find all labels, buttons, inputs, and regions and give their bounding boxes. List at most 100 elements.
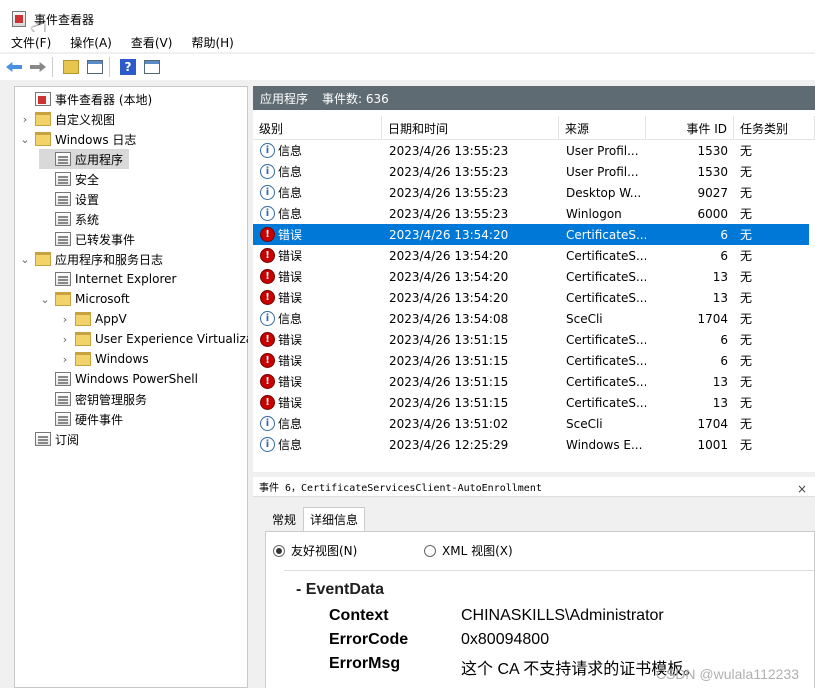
tree-item-application[interactable]: 应用程序 [39,149,129,169]
tree-item-windows-powershell[interactable]: Windows PowerShell [39,369,198,389]
menu-view[interactable]: 查看(V) [123,34,181,51]
event-row[interactable]: i 信息 2023/4/26 13:54:08 SceCli 1704 无 [253,308,809,329]
event-row[interactable]: ! 错误 2023/4/26 13:51:15 CertificateS... 13 无 [253,371,809,392]
eventdata-section-title[interactable]: - EventData [296,581,384,599]
close-icon[interactable]: × [797,482,807,496]
collapse-caret-icon[interactable]: ⌄ [19,133,31,146]
field-key: ErrorCode [329,631,409,648]
error-icon: ! [260,269,275,284]
forward-button[interactable] [28,57,48,77]
properties-button[interactable] [142,57,162,77]
event-id-cell: 6 [720,248,728,263]
tree-item-hardware-events[interactable]: 硬件事件 [39,409,123,429]
help-button[interactable]: ? [118,57,138,77]
category-cell: 无 [740,396,753,410]
tree-item-app-service-logs[interactable]: ⌄ 应用程序和服务日志 [19,249,163,269]
tree-item-label: 应用程序 [75,152,124,167]
column-source[interactable]: 来源 [559,116,646,140]
tree-item-custom-views[interactable]: › 自定义视图 [19,109,115,129]
source-cell: SceCli [566,311,603,326]
tree-item-security[interactable]: 安全 [39,169,99,189]
tree-item-key-management-service[interactable]: 密钥管理服务 [39,389,147,409]
tree-item-windows[interactable]: › Windows [59,349,149,369]
menu-file[interactable]: 文件(F) [3,34,59,51]
source-cell: CertificateS... [566,227,646,242]
column-task-category[interactable]: 任务类别 [734,116,815,140]
event-row[interactable]: i 信息 2023/4/26 13:55:23 User Profil... 1530 无 [253,161,809,182]
event-row[interactable]: ! 错误 2023/4/26 13:51:15 CertificateS... 13 无 [253,392,809,413]
event-row[interactable]: ! 错误 2023/4/26 13:54:20 CertificateS... 13 无 [253,266,809,287]
expand-caret-icon[interactable]: › [19,113,31,126]
tree-item-forwarded-events[interactable]: 已转发事件 [39,229,135,249]
error-icon: ! [260,227,275,242]
info-icon: i [260,311,275,326]
column-level[interactable]: 级别 [253,116,382,140]
menu-action[interactable]: 操作(A) [62,34,120,51]
event-detail-pane: 事件 6，CertificateServicesClient-AutoEnrol… [253,472,815,688]
level-label: 错误 [278,354,303,368]
tree-item-root[interactable]: 事件查看器 (本地) [19,89,152,109]
event-viewer-icon [12,11,26,27]
log-icon [55,232,71,246]
tree-item-label: 应用程序和服务日志 [55,252,164,267]
show-hide-console-tree-button[interactable] [85,57,105,77]
folder-up-icon [63,60,79,74]
event-row[interactable]: i 信息 2023/4/26 13:55:23 Winlogon 6000 无 [253,203,809,224]
expand-caret-icon[interactable]: › [59,353,71,366]
friendly-view-option[interactable]: 友好视图(N) [273,542,357,559]
tree-item-user-experience-virtualization[interactable]: › User Experience Virtualiza [59,329,253,349]
column-event-id[interactable]: 事件 ID [646,116,734,140]
event-row[interactable]: ! 错误 2023/4/26 13:51:15 CertificateS... 6 无 [253,329,809,350]
category-cell: 无 [740,228,753,242]
tree-item-microsoft[interactable]: ⌄ Microsoft [39,289,130,309]
column-date-time[interactable]: 日期和时间 [382,116,559,140]
category-cell: 无 [740,186,753,200]
xml-view-option[interactable]: XML 视图(X) [424,542,513,559]
tree-item-label: 安全 [75,172,100,187]
expand-caret-icon[interactable]: › [59,313,71,326]
datetime-cell: 2023/4/26 13:55:23 [389,185,509,200]
radio-unchecked-icon[interactable] [424,544,436,557]
event-id-cell: 1530 [697,143,728,158]
tab-details[interactable]: 详细信息 [303,507,366,531]
up-one-level-button[interactable] [61,57,81,77]
level-cell: ! 错误 [260,287,382,308]
tree-item-subscriptions[interactable]: 订阅 [19,429,79,449]
event-row[interactable]: ! 错误 2023/4/26 13:54:20 CertificateS... 6 无 [253,224,809,245]
tab-general[interactable]: 常规 [265,507,303,531]
source-cell: SceCli [566,416,603,431]
event-row[interactable]: ! 错误 2023/4/26 13:54:20 CertificateS... 13 无 [253,287,809,308]
event-row[interactable]: i 信息 2023/4/26 12:25:29 Windows E... 1001 无 [253,434,809,455]
event-row[interactable]: i 信息 2023/4/26 13:55:23 User Profil... 1530 无 [253,140,809,161]
forward-arrow-icon [30,62,46,72]
info-icon: i [260,143,275,158]
log-icon [55,212,71,226]
tree-item-setup[interactable]: 设置 [39,189,99,209]
event-row[interactable]: i 信息 2023/4/26 13:55:23 Desktop W... 9027 无 [253,182,809,203]
tree-item-label: Internet Explorer [75,272,177,286]
tree-item-label: 系统 [75,212,100,227]
level-label: 错误 [278,396,303,410]
category-cell: 无 [740,354,753,368]
tree-item-appv[interactable]: › AppV [59,309,127,329]
collapse-caret-icon[interactable]: ⌄ [39,293,51,306]
event-row[interactable]: i 信息 2023/4/26 13:51:02 SceCli 1704 无 [253,413,809,434]
radio-checked-icon[interactable] [273,544,285,557]
folder-icon [55,292,71,306]
tree-item-system[interactable]: 系统 [39,209,99,229]
tree-item-internet-explorer[interactable]: Internet Explorer [39,269,176,289]
event-list-pane: 应用程序 事件数: 636 级别 日期和时间 来源 事件 ID 任务类别 i 信息… [253,86,815,688]
info-icon: i [260,164,275,179]
event-row[interactable]: ! 错误 2023/4/26 13:54:20 CertificateS... 6 无 [253,245,809,266]
field-value: 0x80094800 [461,631,550,648]
expand-caret-icon[interactable]: › [59,333,71,346]
event-id-cell: 1530 [697,164,728,179]
category-cell: 无 [740,312,753,326]
event-row[interactable]: ! 错误 2023/4/26 13:51:15 CertificateS... 6 无 [253,350,809,371]
level-label: 信息 [278,165,303,179]
source-cell: CertificateS... [566,395,646,410]
collapse-caret-icon[interactable]: ⌄ [19,253,31,266]
tree-item-windows-logs[interactable]: ⌄ Windows 日志 [19,129,136,149]
back-button[interactable] [4,57,24,77]
menu-help[interactable]: 帮助(H) [183,34,241,51]
